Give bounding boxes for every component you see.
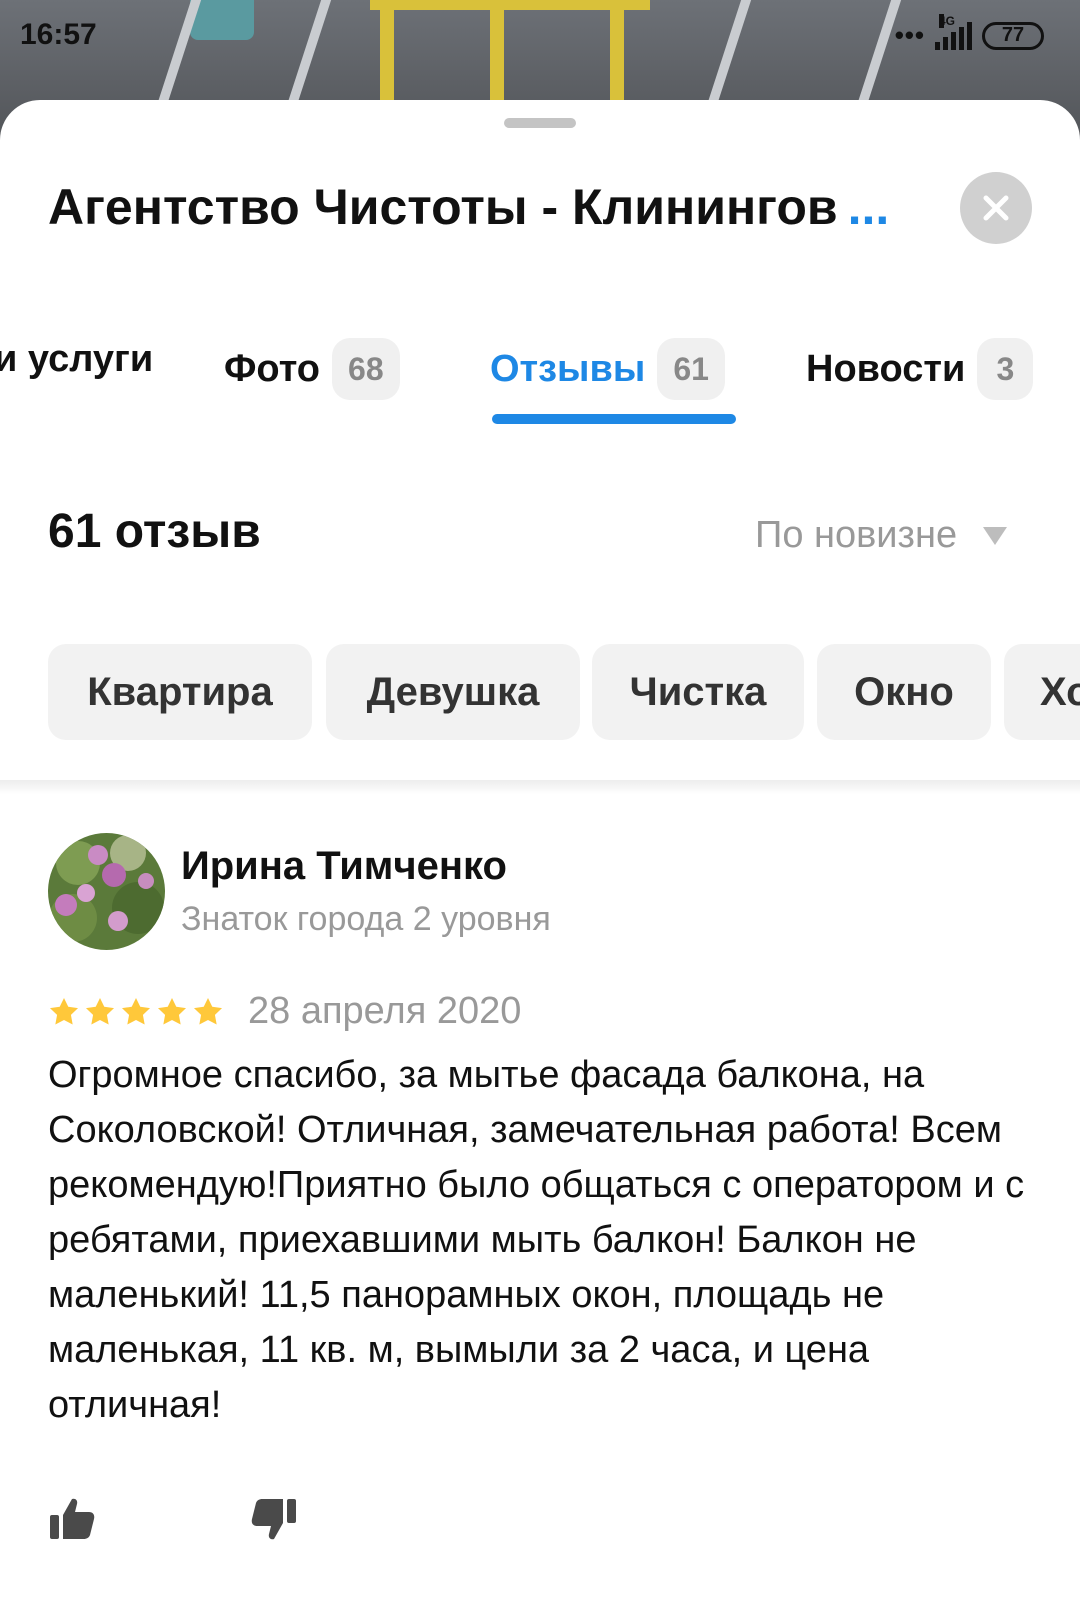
star-icon [194,997,222,1025]
reviews-count: 61 отзыв [48,505,261,558]
tab-news[interactable]: Новости 3 [806,338,1034,400]
chip-partial[interactable]: Хо [1004,644,1080,740]
tab-count: 68 [332,338,400,400]
rating-row: 28 апреля 2020 [48,990,521,1033]
active-tab-indicator [492,414,736,424]
page-title: Агентство Чистоты - Клинингов... [48,178,889,236]
author-level: Знаток города 2 уровня [181,900,551,938]
tab-label: Фото [224,347,321,390]
status-bar: 16:57 ••• 4G 77 [0,0,1080,72]
chip-cleaning[interactable]: Чистка [592,644,804,740]
thumbs-up-icon [50,1498,95,1539]
tab-photos[interactable]: Фото 68 [224,338,400,400]
signal-icon: 4G [935,13,972,50]
title-text: Агентство Чистоты - Клинингов [48,179,838,235]
star-icon [122,997,150,1025]
author-name[interactable]: Ирина Тимченко [181,844,507,889]
star-icon [158,997,186,1025]
tab-bar: и услуги Фото 68 Отзывы 61 Новости 3 [0,332,1080,432]
tab-label: и услуги [0,338,154,380]
close-button[interactable] [960,172,1032,244]
business-card-sheet: Агентство Чистоты - Клинингов... и услуг… [0,100,1080,1611]
sheet-grabber[interactable] [504,118,576,128]
tab-label: Новости [806,347,966,390]
tab-reviews[interactable]: Отзывы 61 [490,338,725,400]
sort-dropdown[interactable]: По новизне [755,514,1008,557]
status-icons: ••• 4G 77 [894,13,1044,51]
review-date: 28 апреля 2020 [248,990,522,1032]
battery-level: 77 [1001,24,1025,46]
network-label: 4G [939,13,956,28]
chip-window[interactable]: Окно [817,644,991,740]
title-ellipsis: ... [847,179,890,235]
chevron-down-icon [983,526,1008,545]
tab-count: 3 [977,338,1034,400]
tab-label: Отзывы [490,347,646,390]
battery-icon: 77 [982,21,1044,50]
chip-girl[interactable]: Девушка [326,644,580,740]
more-dots-icon: ••• [894,20,925,50]
status-time: 16:57 [20,18,97,51]
avatar[interactable] [48,833,165,950]
sort-label: По новизне [755,514,958,556]
close-icon [983,195,1009,221]
chip-apartment[interactable]: Квартира [48,644,312,740]
keyword-chips: Квартира Девушка Чистка Окно Хо [0,644,1080,740]
dislike-button[interactable] [250,1495,298,1543]
thumbs-down-icon [251,1499,296,1540]
section-divider [0,780,1080,794]
star-icon [86,997,114,1025]
star-icon [50,997,78,1025]
star-rating [48,996,224,1028]
tab-count: 61 [657,338,725,400]
like-button[interactable] [48,1495,96,1543]
review-text: Огромное спасибо, за мытье фасада балкон… [48,1054,1025,1426]
tab-services[interactable]: и услуги [0,338,153,381]
